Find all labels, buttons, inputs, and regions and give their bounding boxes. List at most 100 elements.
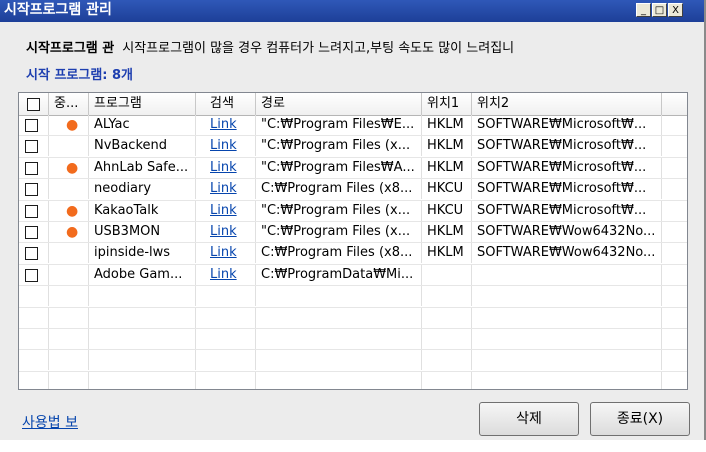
location2-cell: SOFTWARE₩Microsoft₩... <box>477 159 647 175</box>
search-link-cell: Link <box>196 115 256 135</box>
table-row[interactable]: neodiary Link C:₩Program Files (x8... HKCU S… <box>19 179 687 201</box>
program-name-cell: KakaoTalk <box>89 200 196 221</box>
empty-cell <box>256 307 422 328</box>
location1-cell-cell: HKCU <box>422 200 472 221</box>
empty-cell <box>196 286 256 307</box>
location1-cell: HKCU <box>427 202 464 218</box>
maximize-button[interactable]: □ <box>652 3 667 17</box>
search-link-cell: Link <box>196 200 256 221</box>
location2-cell: SOFTWARE₩Microsoft₩... <box>477 138 647 154</box>
empty-cell <box>196 328 256 349</box>
row-select-cell <box>19 264 49 285</box>
search-link-cell: Link <box>196 264 256 285</box>
select-all-header[interactable] <box>19 93 49 115</box>
program-name-cell: neodiary <box>89 179 196 200</box>
location1-cell: HKLM <box>427 138 464 154</box>
header-important[interactable]: 중... <box>49 93 89 115</box>
search-link-cell: Link <box>196 157 256 178</box>
search-link-cell: Link <box>196 243 256 264</box>
search-link[interactable]: Link <box>210 117 237 132</box>
location2-cell: SOFTWARE₩Microsoft₩... <box>477 181 647 197</box>
important-indicator: ● <box>66 159 79 176</box>
table-row[interactable]: ● USB3MON Link "C:₩Program Files (x... HKLM S… <box>19 221 687 244</box>
location2-cell-cell: SOFTWARE₩Wow6432No... <box>472 221 662 242</box>
path-cell: "C:₩Program Files (x... <box>261 202 411 218</box>
program-name: ipinside-lws <box>94 245 171 261</box>
location2-cell: SOFTWARE₩Microsoft₩... <box>477 202 647 218</box>
path-cell-cell: "C:₩Program Files₩E... <box>256 115 422 135</box>
location2-cell-cell: SOFTWARE₩Microsoft₩... <box>472 179 662 200</box>
location1-cell-cell: HKLM <box>422 136 472 157</box>
program-name-cell: Adobe Gam... <box>89 264 196 285</box>
row-checkbox[interactable] <box>25 183 38 197</box>
location2-cell-cell: SOFTWARE₩Microsoft₩... <box>472 136 662 157</box>
location1-cell: HKLM <box>427 245 464 261</box>
empty-cell <box>49 307 89 328</box>
search-link[interactable]: Link <box>210 181 237 196</box>
row-checkbox[interactable] <box>25 119 38 132</box>
empty-cell <box>472 371 662 389</box>
table-row[interactable]: ● AhnLab Safe... Link "C:₩Program Files₩A..… <box>19 157 687 180</box>
title-bar[interactable]: 시작프로그램 관리 _ □ X <box>0 0 704 22</box>
empty-cell <box>19 286 49 307</box>
list-header: 중... 프로그램 검색 경로 위치1 위치2 <box>19 93 687 116</box>
path-cell: "C:₩Program Files (x... <box>261 223 411 239</box>
close-window-button[interactable]: X <box>668 3 683 17</box>
minimize-button[interactable]: _ <box>636 3 651 17</box>
important-indicator <box>54 245 66 261</box>
search-link[interactable]: Link <box>210 245 237 260</box>
important-indicator-cell: ● <box>49 200 89 221</box>
startup-program-list[interactable]: 중... 프로그램 검색 경로 위치1 위치2 ● ALYac Link "C:₩Pr… <box>18 92 688 390</box>
header-search[interactable]: 검색 <box>196 93 256 115</box>
empty-cell <box>472 328 662 349</box>
row-select-cell <box>19 200 49 221</box>
row-checkbox[interactable] <box>25 225 38 239</box>
table-row[interactable]: Adobe Gam... Link C:₩ProgramData₩Mi... <box>19 264 687 287</box>
search-link[interactable]: Link <box>210 160 237 175</box>
table-row[interactable]: NvBackend Link "C:₩Program Files (x... HKLM… <box>19 136 687 158</box>
row-checkbox[interactable] <box>25 161 38 175</box>
location2-cell-cell: SOFTWARE₩Microsoft₩... <box>472 115 662 135</box>
empty-cell <box>256 371 422 389</box>
path-cell: "C:₩Program Files (x... <box>261 138 411 154</box>
row-checkbox[interactable] <box>25 268 38 282</box>
row-checkbox[interactable] <box>25 247 38 261</box>
path-cell: C:₩Program Files (x8... <box>261 181 413 197</box>
empty-cell <box>472 286 662 307</box>
program-name: ALYac <box>94 117 130 132</box>
empty-cell <box>89 350 196 371</box>
program-name: neodiary <box>94 181 152 197</box>
location1-cell-cell: HKLM <box>422 243 472 264</box>
exit-button[interactable]: 종료(X) <box>590 402 690 436</box>
search-link[interactable]: Link <box>210 203 237 218</box>
header-location1[interactable]: 위치1 <box>422 93 472 115</box>
empty-cell <box>472 350 662 371</box>
header-path[interactable]: 경로 <box>256 93 422 115</box>
search-link[interactable]: Link <box>210 267 237 282</box>
important-indicator-cell <box>49 264 89 285</box>
program-name-cell: ALYac <box>89 115 196 135</box>
table-row[interactable]: ● KakaoTalk Link "C:₩Program Files (x... HKC… <box>19 200 687 222</box>
important-indicator: ● <box>66 117 79 133</box>
empty-row <box>19 328 687 351</box>
empty-cell <box>422 371 472 389</box>
program-name: Adobe Gam... <box>94 266 183 282</box>
row-checkbox[interactable] <box>25 204 38 218</box>
table-row[interactable]: ipinside-lws Link C:₩Program Files (x8... H… <box>19 243 687 265</box>
search-link[interactable]: Link <box>210 224 237 239</box>
path-cell: "C:₩Program Files₩A... <box>261 159 415 175</box>
search-link[interactable]: Link <box>210 138 237 153</box>
help-link[interactable]: 사용법 보 <box>22 412 78 432</box>
program-name-cell: AhnLab Safe... <box>89 157 196 178</box>
path-cell-cell: C:₩ProgramData₩Mi... <box>256 264 422 285</box>
path-cell-cell: "C:₩Program Files (x... <box>256 221 422 242</box>
delete-button[interactable]: 삭제 <box>479 402 579 436</box>
table-row[interactable]: ● ALYac Link "C:₩Program Files₩E... HKLM SOFT… <box>19 115 687 137</box>
header-program[interactable]: 프로그램 <box>89 93 196 115</box>
empty-row <box>19 371 687 389</box>
header-location2[interactable]: 위치2 <box>472 93 662 115</box>
important-indicator-cell: ● <box>49 221 89 242</box>
select-all-checkbox[interactable] <box>27 98 40 111</box>
empty-cell <box>19 328 49 349</box>
row-checkbox[interactable] <box>25 140 38 154</box>
